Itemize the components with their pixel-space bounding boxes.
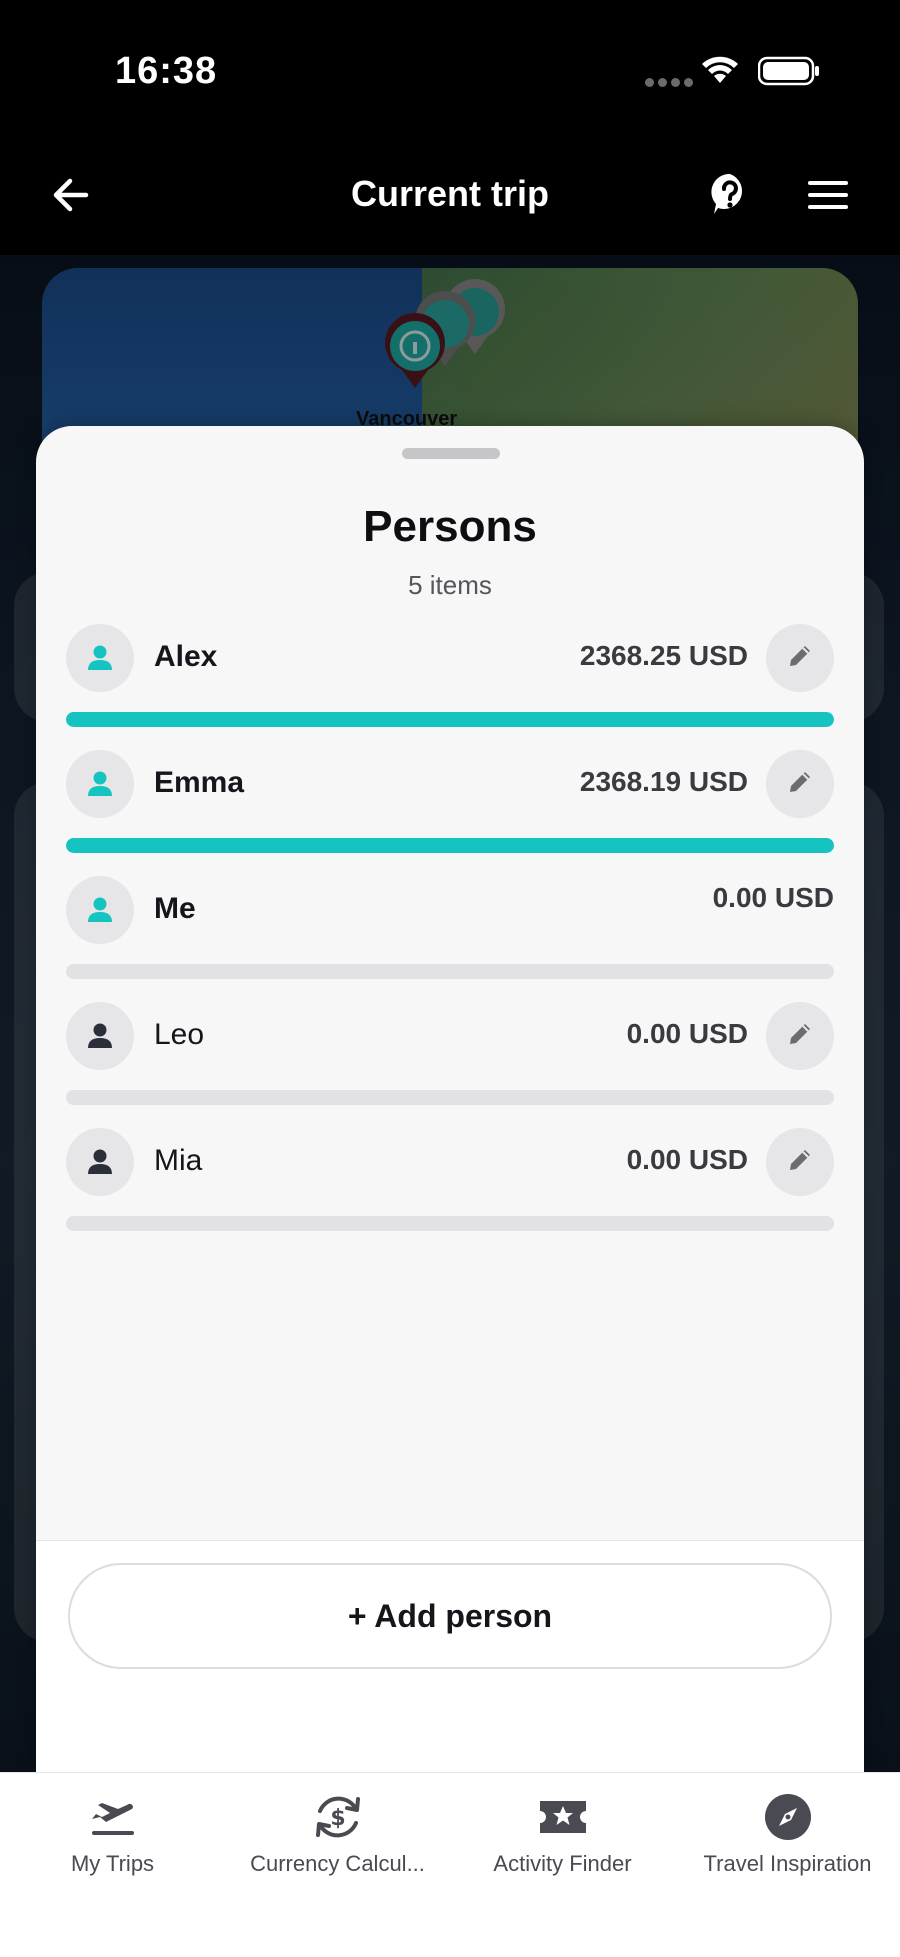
person-share-fill (66, 712, 834, 727)
edit-person-button[interactable] (766, 750, 834, 818)
person-name: Emma (154, 766, 245, 799)
person-amount: 0.00 USD (626, 1018, 748, 1049)
edit-person-button[interactable] (766, 624, 834, 692)
person-row[interactable]: Me 0.00 USD (36, 876, 864, 1002)
person-name: Alex (154, 640, 218, 673)
edit-person-button[interactable] (766, 1128, 834, 1196)
person-share-bar (66, 1216, 834, 1231)
sheet-drag-handle[interactable] (402, 448, 500, 459)
person-row[interactable]: Leo 0.00 USD (36, 1002, 864, 1128)
person-row[interactable]: Emma 2368.19 USD (36, 750, 864, 876)
svg-text:$: $ (330, 1806, 345, 1831)
person-share-fill (66, 838, 834, 853)
compass-icon (764, 1794, 811, 1840)
add-person-button[interactable]: + Add person (68, 1563, 832, 1669)
currency-exchange-icon: $ (315, 1796, 360, 1838)
sheet-footer: + Add person (36, 1540, 864, 1772)
pencil-icon (785, 1145, 815, 1180)
person-amount: 0.00 USD (712, 882, 834, 913)
cellular-signal-icon (645, 78, 693, 87)
pencil-icon (785, 641, 815, 676)
person-amount: 2368.25 USD (579, 640, 748, 671)
tab-label: Currency Calcul... (250, 1851, 425, 1876)
help-icon[interactable] (708, 172, 752, 216)
tab-travel-inspiration[interactable]: Travel Inspiration (675, 1791, 900, 1881)
person-amount: 0.00 USD (626, 1144, 748, 1175)
person-icon (66, 1128, 134, 1196)
tab-label: Activity Finder (493, 1851, 632, 1876)
person-share-bar (66, 1090, 834, 1105)
status-bar: 16:38 (0, 0, 900, 150)
battery-icon (758, 56, 819, 86)
person-row[interactable]: Alex 2368.25 USD (36, 624, 864, 750)
pencil-icon (785, 1019, 815, 1054)
ticket-star-icon (539, 1801, 586, 1833)
person-icon (66, 1002, 134, 1070)
person-share-bar (66, 964, 834, 979)
tab-activity-finder[interactable]: Activity Finder (450, 1791, 675, 1881)
person-icon (66, 750, 134, 818)
person-icon (66, 624, 134, 692)
page-title: Current trip (351, 173, 549, 214)
hamburger-menu-icon[interactable] (806, 178, 850, 212)
person-share-bar (66, 838, 834, 853)
tab-label: Travel Inspiration (703, 1851, 872, 1876)
bottom-tab-bar: My Trips $ Currency Calcul... Activity F… (0, 1772, 900, 1957)
person-share-bar (66, 712, 834, 727)
person-name: Mia (154, 1144, 203, 1177)
persons-sheet: Persons 5 items Alex 2368.25 USD Emma 2368.… (36, 426, 864, 1772)
tab-currency-calculator[interactable]: $ Currency Calcul... (225, 1791, 450, 1881)
tab-my-trips[interactable]: My Trips (0, 1791, 225, 1881)
sheet-item-count: 5 items (408, 570, 492, 600)
person-amount: 2368.19 USD (579, 766, 748, 797)
person-name: Leo (154, 1018, 205, 1051)
person-row[interactable]: Mia 0.00 USD (36, 1128, 864, 1254)
status-time: 16:38 (115, 50, 218, 92)
wifi-icon (702, 56, 738, 83)
person-icon (66, 876, 134, 944)
sheet-title: Persons (363, 502, 537, 551)
pencil-icon (785, 767, 815, 802)
edit-person-button[interactable] (766, 1002, 834, 1070)
plane-departure-icon (91, 1803, 134, 1835)
tab-label: My Trips (70, 1851, 155, 1876)
person-name: Me (154, 892, 196, 925)
